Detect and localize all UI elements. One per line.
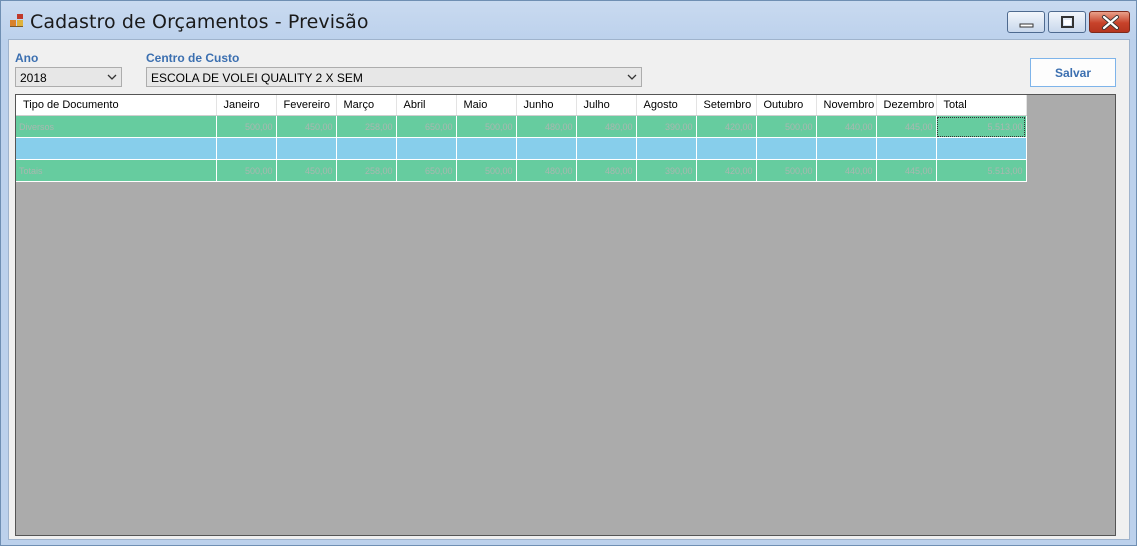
grid-cell[interactable] — [576, 137, 637, 160]
grid-cell[interactable] — [696, 137, 757, 160]
column-header[interactable]: Tipo de Documento — [16, 95, 217, 116]
grid-cell[interactable]: 390,00 — [636, 159, 697, 182]
grid-cell[interactable]: 480,00 — [516, 159, 577, 182]
grid-cell[interactable] — [636, 137, 697, 160]
grid-cell[interactable]: 650,00 — [396, 159, 457, 182]
column-header[interactable]: Junho — [516, 95, 577, 116]
ano-value: 2018 — [20, 71, 47, 85]
close-button[interactable] — [1089, 11, 1130, 33]
grid-cell[interactable]: 450,00 — [276, 159, 337, 182]
column-header[interactable]: Total — [936, 95, 1027, 116]
column-header[interactable]: Maio — [456, 95, 517, 116]
save-button[interactable]: Salvar — [1030, 58, 1116, 87]
grid-cell[interactable]: 440,00 — [816, 115, 877, 138]
grid-cell[interactable] — [16, 137, 217, 160]
grid-cell[interactable] — [216, 137, 277, 160]
ano-combo[interactable]: 2018 — [15, 67, 122, 87]
grid-cell[interactable] — [276, 137, 337, 160]
grid-cell[interactable]: Diversos — [16, 115, 217, 138]
window: Cadastro de Orçamentos - Previsão Ano 20… — [0, 0, 1137, 546]
grid-cell[interactable]: 258,00 — [336, 115, 397, 138]
grid-cell[interactable]: 258,00 — [336, 159, 397, 182]
grid-cell[interactable]: 440,00 — [816, 159, 877, 182]
grid-cell[interactable]: 5.513,00 — [936, 115, 1027, 138]
grid-cell[interactable] — [336, 137, 397, 160]
grid-cell[interactable] — [396, 137, 457, 160]
column-header[interactable]: Outubro — [756, 95, 817, 116]
grid-cell[interactable]: Totais — [16, 159, 217, 182]
column-header[interactable]: Julho — [576, 95, 637, 116]
budget-table: Tipo de Documento Janeiro Fevereiro Março Ab… — [16, 95, 1027, 182]
table-row[interactable]: Totais 500,00 450,00 258,00 650,00 500,00 480,… — [16, 159, 1027, 182]
centro-custo-value: ESCOLA DE VOLEI QUALITY 2 X SEM — [151, 71, 363, 85]
column-header[interactable]: Setembro — [696, 95, 757, 116]
grid-cell[interactable]: 420,00 — [696, 115, 757, 138]
grid-cell[interactable]: 500,00 — [216, 115, 277, 138]
grid-cell[interactable]: 445,00 — [876, 115, 937, 138]
column-header[interactable]: Abril — [396, 95, 457, 116]
grid-cell[interactable]: 445,00 — [876, 159, 937, 182]
grid-cell[interactable] — [756, 137, 817, 160]
grid-cell[interactable] — [816, 137, 877, 160]
grid-cell[interactable]: 480,00 — [516, 115, 577, 138]
maximize-button[interactable] — [1048, 11, 1086, 33]
app-icon — [9, 13, 25, 29]
grid-cell[interactable] — [936, 137, 1027, 160]
close-icon — [1102, 15, 1119, 30]
grid-cell[interactable]: 450,00 — [276, 115, 337, 138]
centro-custo-label: Centro de Custo — [146, 51, 240, 65]
grid-cell[interactable] — [516, 137, 577, 160]
title-bar[interactable]: Cadastro de Orçamentos - Previsão — [1, 1, 1136, 39]
ano-label: Ano — [15, 51, 39, 65]
grid-cell[interactable]: 650,00 — [396, 115, 457, 138]
grid-header-row: Tipo de Documento Janeiro Fevereiro Março Ab… — [16, 95, 1027, 116]
grid-cell[interactable]: 500,00 — [216, 159, 277, 182]
table-row[interactable] — [16, 137, 1027, 160]
client-area: Ano 2018 Centro de Custo ESCOLA DE VOLEI… — [8, 39, 1130, 540]
centro-custo-combo[interactable]: ESCOLA DE VOLEI QUALITY 2 X SEM — [146, 67, 642, 87]
window-title: Cadastro de Orçamentos - Previsão — [30, 11, 369, 33]
table-row[interactable]: Diversos 500,00 450,00 258,00 650,00 500,00 48… — [16, 115, 1027, 138]
column-header[interactable]: Março — [336, 95, 397, 116]
grid-cell[interactable] — [876, 137, 937, 160]
column-header[interactable]: Janeiro — [216, 95, 277, 116]
grid-cell[interactable]: 390,00 — [636, 115, 697, 138]
chevron-down-icon — [107, 74, 117, 80]
grid-cell[interactable]: 480,00 — [576, 159, 637, 182]
grid-cell[interactable]: 5.513,00 — [936, 159, 1027, 182]
minimize-icon — [1019, 23, 1034, 28]
grid-cell[interactable]: 420,00 — [696, 159, 757, 182]
chevron-down-icon — [627, 74, 637, 80]
grid-cell[interactable]: 500,00 — [456, 159, 517, 182]
grid-cell[interactable]: 500,00 — [756, 115, 817, 138]
column-header[interactable]: Novembro — [816, 95, 877, 116]
grid-cell[interactable]: 500,00 — [756, 159, 817, 182]
grid-cell[interactable] — [456, 137, 517, 160]
maximize-icon — [1061, 16, 1074, 28]
column-header[interactable]: Fevereiro — [276, 95, 337, 116]
column-header[interactable]: Agosto — [636, 95, 697, 116]
minimize-button[interactable] — [1007, 11, 1045, 33]
column-header[interactable]: Dezembro — [876, 95, 937, 116]
budget-grid[interactable]: Tipo de Documento Janeiro Fevereiro Março Ab… — [15, 94, 1116, 536]
grid-cell[interactable]: 500,00 — [456, 115, 517, 138]
grid-cell[interactable]: 480,00 — [576, 115, 637, 138]
